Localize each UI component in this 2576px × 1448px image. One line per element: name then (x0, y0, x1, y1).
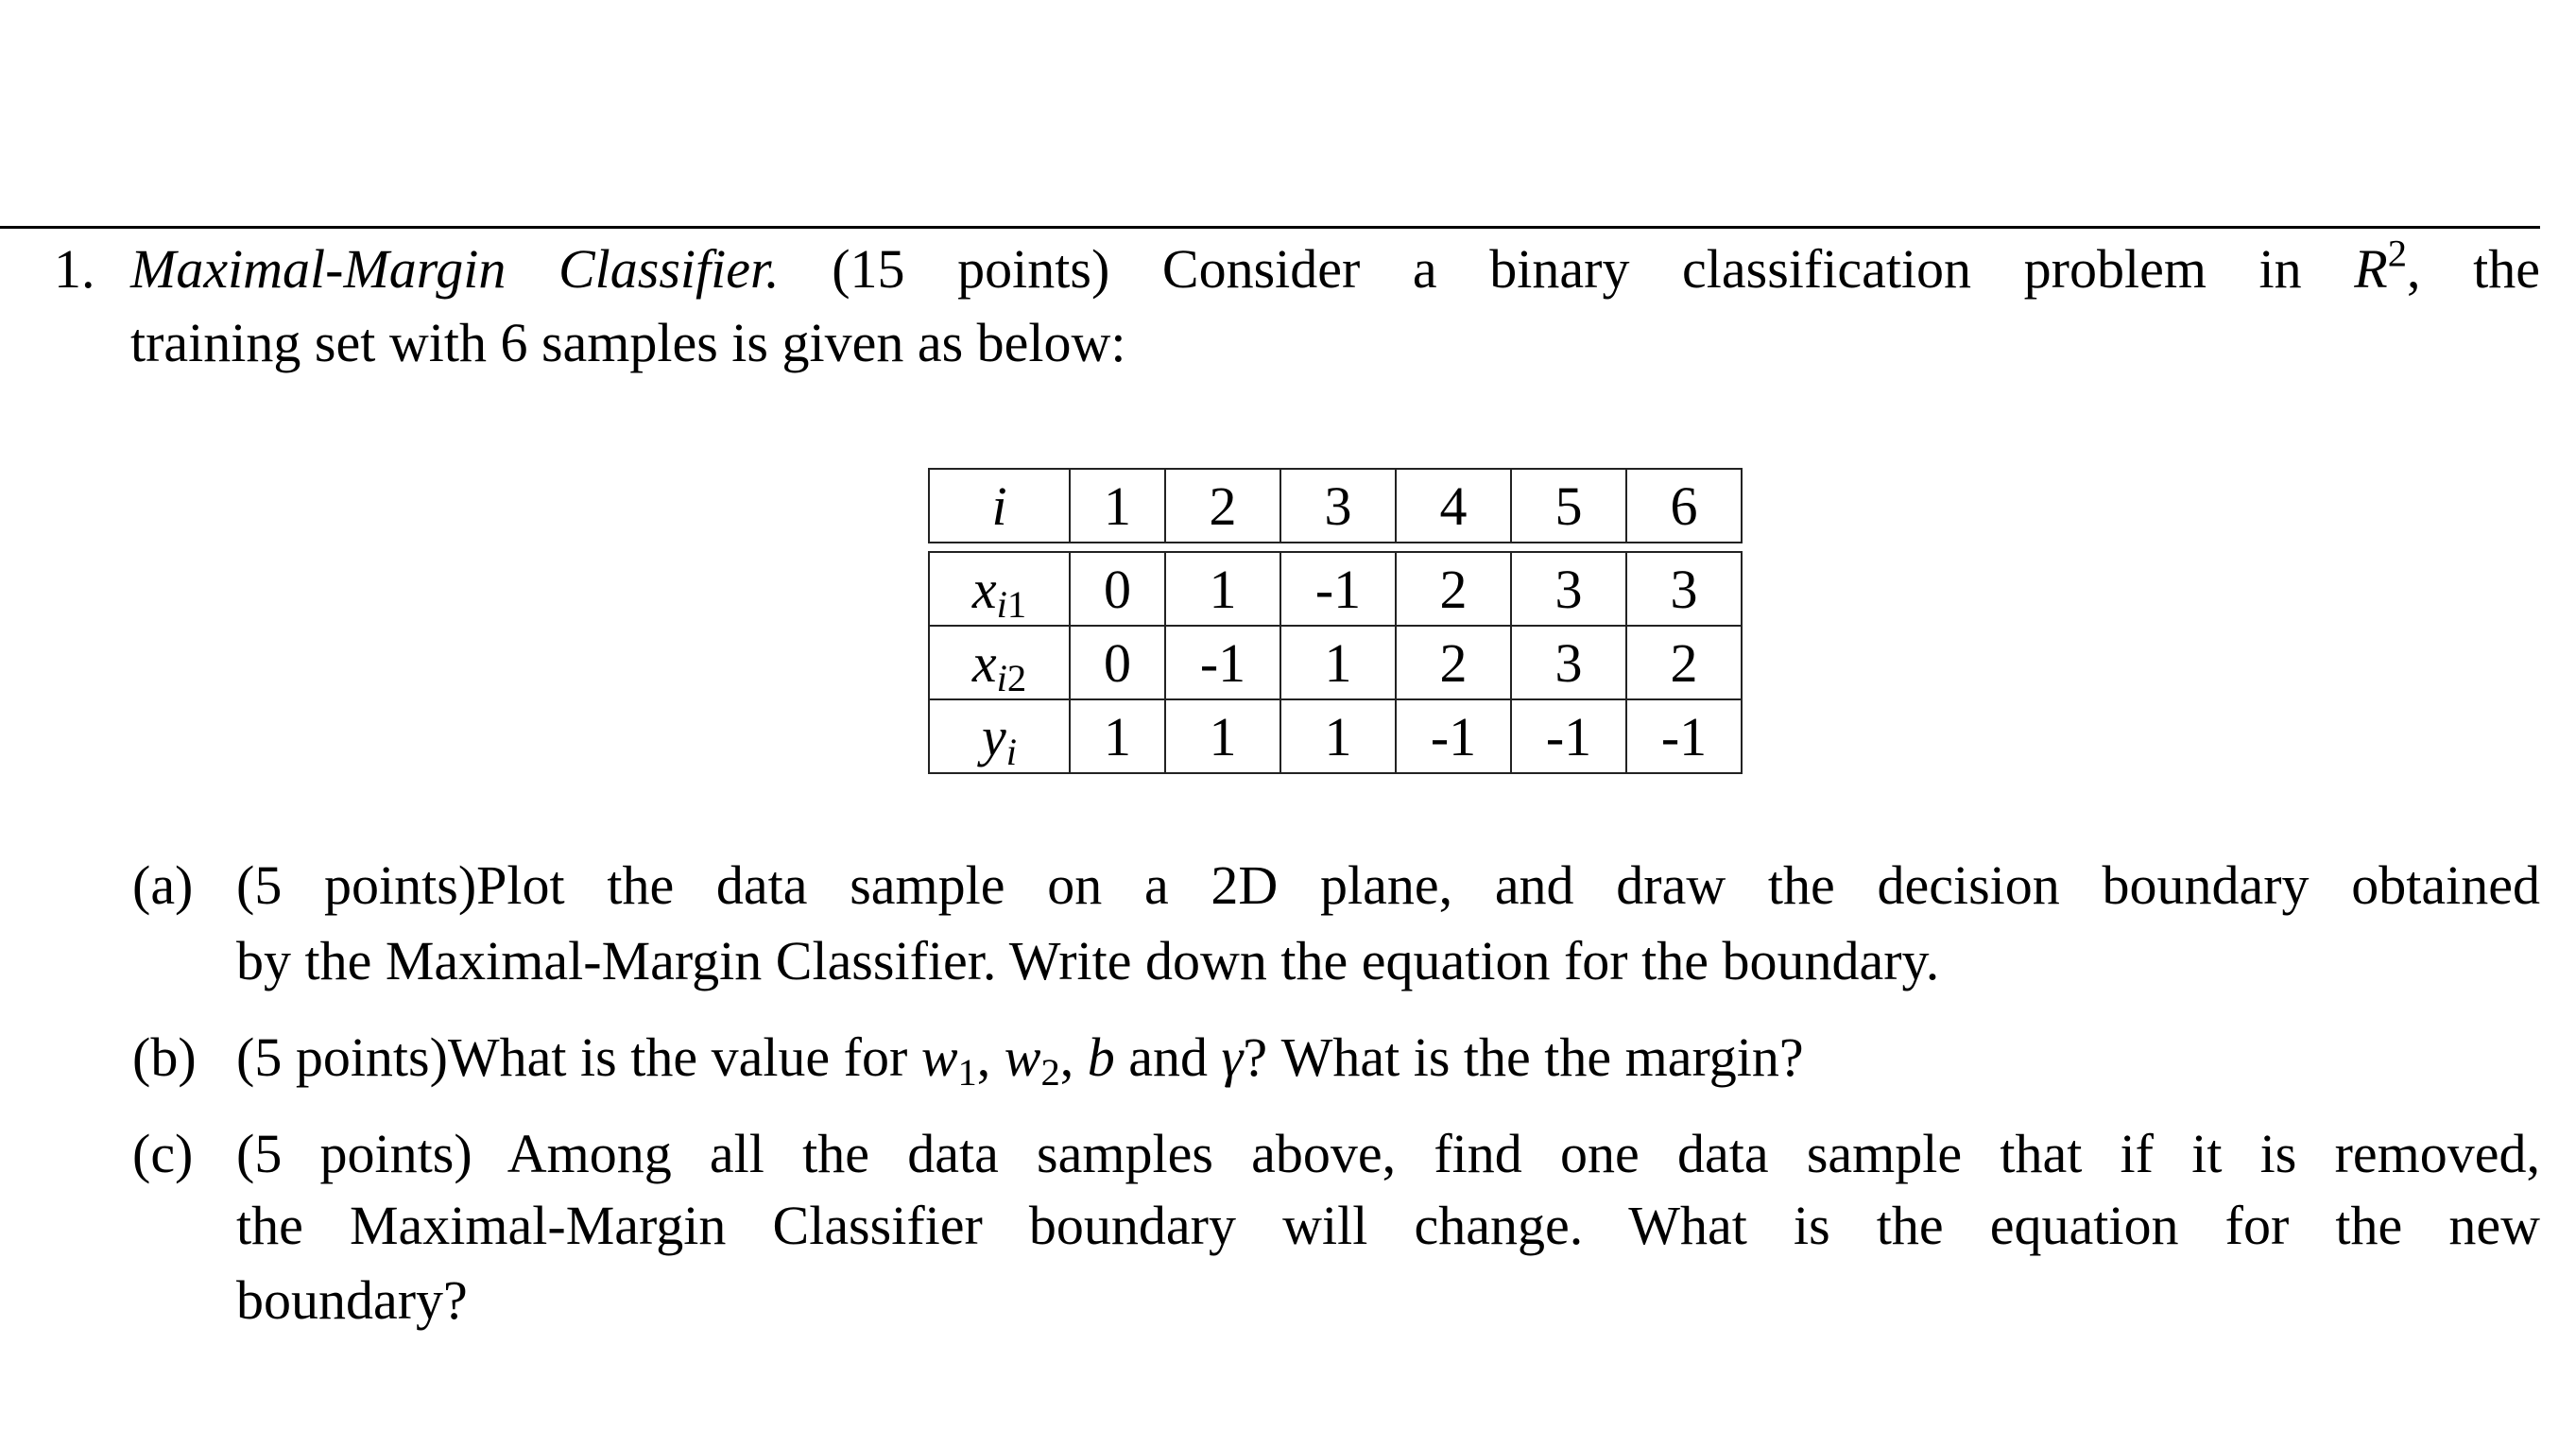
table-cell: 1 (1279, 698, 1397, 774)
table-cell: -1 (1510, 698, 1627, 774)
training-set-table: i 1 2 3 4 5 6 xi1 0 1 -1 2 3 3 xi2 0 -1 … (928, 468, 1743, 774)
symbol-gamma: γ (1221, 1026, 1244, 1088)
table-row-y: yi 1 1 1 -1 -1 -1 (928, 698, 1743, 774)
subquestion-a-line-2: by the Maximal-Margin Classifier. Write … (236, 930, 1940, 991)
table-cell: 1 (1164, 698, 1281, 774)
table-cell: -1 (1164, 625, 1281, 700)
table-row-x1: xi1 0 1 -1 2 3 3 (928, 551, 1743, 627)
symbol-b: b (1087, 1026, 1115, 1088)
row-label-y-i: yi (928, 698, 1071, 774)
subquestion-c-line-1: (5 points) Among all the data samples ab… (236, 1123, 2540, 1184)
table-index-cell: 1 (1069, 468, 1166, 543)
symbol-w1: w (920, 1026, 958, 1088)
problem-intro-line-1: Maximal-Margin Classifier. (15 points) C… (130, 234, 2540, 297)
table-cell: 2 (1395, 625, 1512, 700)
table-cell: 2 (1395, 551, 1512, 627)
table-cell: 3 (1510, 551, 1627, 627)
problem-number: 1. (54, 238, 95, 300)
subquestion-c-line-3: boundary? (236, 1269, 468, 1331)
table-index-cell: 4 (1395, 468, 1512, 543)
table-cell: 0 (1069, 551, 1166, 627)
subquestion-a-label: (a) (132, 854, 194, 916)
table-cell: 1 (1279, 625, 1397, 700)
table-index-cell: 6 (1625, 468, 1743, 543)
table-cell: -1 (1279, 551, 1397, 627)
table-index-cell: 2 (1164, 468, 1281, 543)
table-index-cell: 3 (1279, 468, 1397, 543)
table-double-rule (929, 542, 1742, 553)
problem-title: Maximal-Margin Classifier. (130, 238, 780, 300)
table-cell: 1 (1164, 551, 1281, 627)
top-rule (0, 226, 2540, 229)
table-cell: 3 (1510, 625, 1627, 700)
subquestion-b-label: (b) (132, 1026, 197, 1088)
table-row-x2: xi2 0 -1 1 2 3 2 (928, 625, 1743, 700)
problem-intro-line-2: training set with 6 samples is given as … (130, 312, 1126, 373)
subquestion-a-line-1: (5 points)Plot the data sample on a 2D p… (236, 854, 2540, 916)
subquestion-b-line-1: (5 points)What is the value for w1, w2, … (236, 1026, 1804, 1095)
row-label-x-i2: xi2 (928, 625, 1071, 700)
subquestion-c-line-2: the Maximal-Margin Classifier boundary w… (236, 1195, 2540, 1256)
row-label-x-i1: xi1 (928, 551, 1071, 627)
table-cell: 0 (1069, 625, 1166, 700)
table-header-row: i 1 2 3 4 5 6 (928, 468, 1743, 543)
table-header-label: i (928, 468, 1071, 543)
table-index-cell: 5 (1510, 468, 1627, 543)
symbol-w2: w (1004, 1026, 1041, 1088)
table-cell: 2 (1625, 625, 1743, 700)
problem-intro-tail: , the (2407, 238, 2540, 300)
table-cell: 3 (1625, 551, 1743, 627)
table-cell: -1 (1395, 698, 1512, 774)
space-symbol: R2 (2354, 232, 2408, 300)
table-cell: -1 (1625, 698, 1743, 774)
problem-intro-text: (15 points) Consider a binary classifica… (832, 238, 2302, 300)
table-cell: 1 (1069, 698, 1166, 774)
subquestion-c-label: (c) (132, 1123, 194, 1184)
